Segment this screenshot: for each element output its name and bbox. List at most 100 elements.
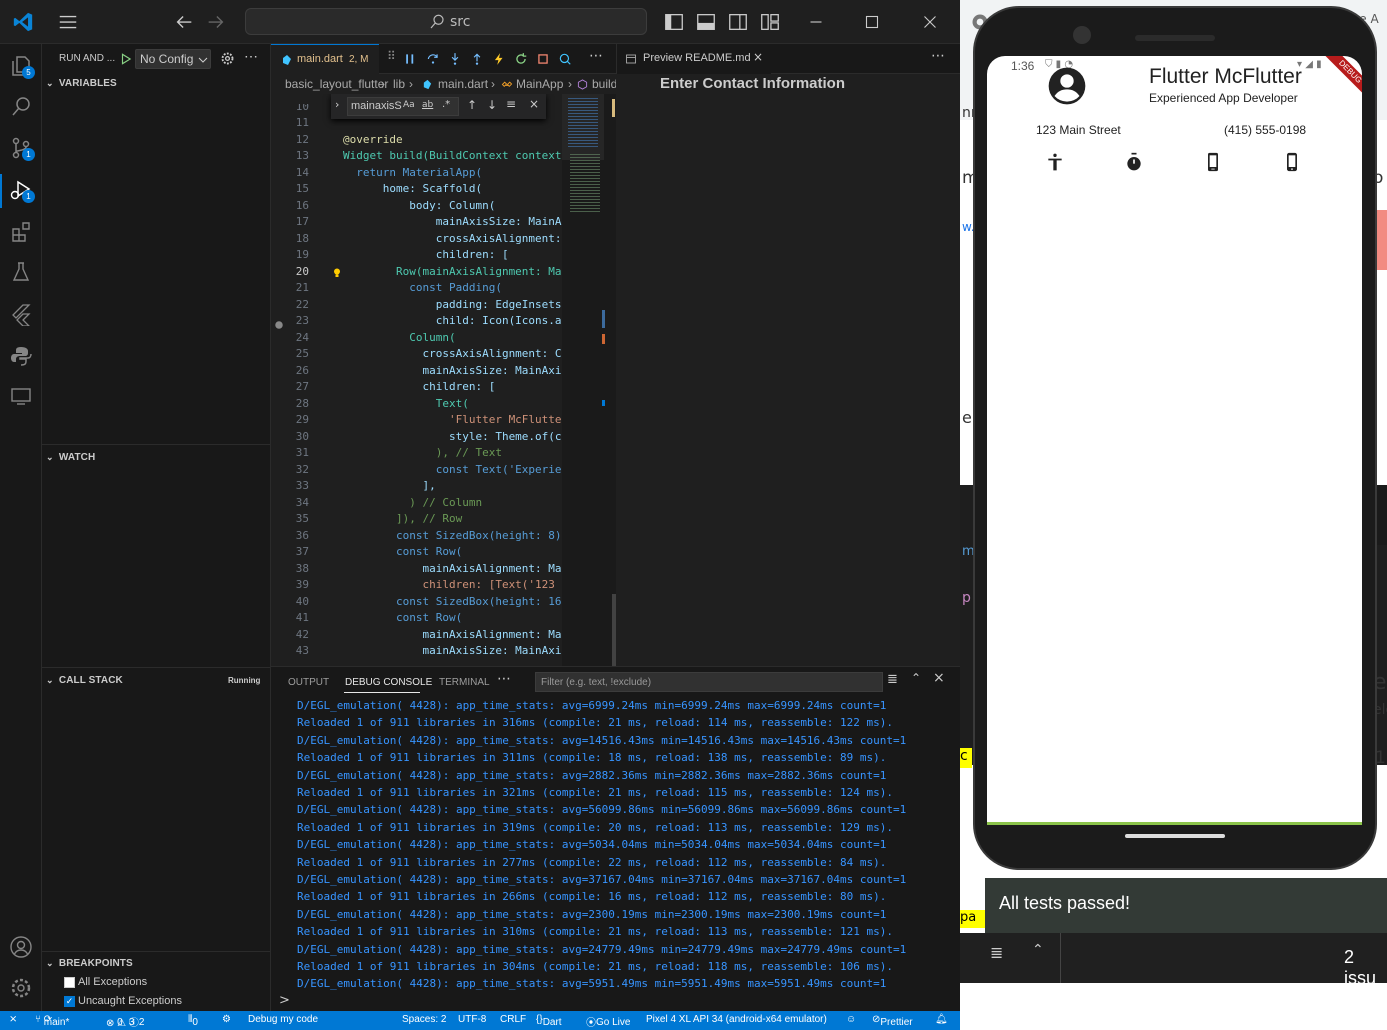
more-actions-icon[interactable]: ⋯ — [589, 48, 603, 64]
breadcrumb-item[interactable]: build — [592, 77, 616, 91]
close-panel-icon[interactable]: × — [933, 670, 945, 686]
accounts-button[interactable] — [9, 935, 33, 959]
code-line: ) // Column — [343, 495, 483, 509]
breakpoints-section-header[interactable]: ⌄ BREAKPOINTS — [46, 958, 133, 969]
breadcrumb-item[interactable]: lib — [393, 77, 405, 91]
testing-button[interactable] — [9, 260, 33, 284]
drag-handle-icon[interactable]: ⠿ — [387, 49, 396, 63]
debug-config-status[interactable]: Debug my code — [248, 1014, 318, 1025]
python-button[interactable] — [9, 344, 33, 368]
arrow-right-icon[interactable] — [205, 11, 227, 33]
close-find-icon[interactable]: × — [529, 97, 539, 111]
remote-icon[interactable]: ⨯ — [9, 1014, 17, 1025]
find-input[interactable]: mainaxisS Aa ab .* — [347, 97, 459, 116]
start-debugging-icon[interactable] — [119, 52, 133, 66]
command-center-search[interactable]: src — [245, 8, 647, 35]
menu-icon[interactable] — [57, 11, 79, 33]
toggle-primary-sidebar-icon[interactable] — [663, 11, 685, 33]
arrow-left-icon[interactable] — [173, 11, 195, 33]
maximize-panel-icon[interactable]: ⌃ — [911, 671, 921, 685]
language-status[interactable]: {} Dart — [536, 1014, 562, 1028]
go-live-status[interactable]: ⦿ Go Live — [586, 1014, 630, 1029]
tab-debug-console[interactable]: DEBUG CONSOLE — [345, 677, 432, 688]
step-over-icon[interactable] — [426, 52, 440, 66]
source-control-button[interactable]: 1 — [9, 136, 35, 161]
search-button[interactable] — [9, 94, 33, 118]
step-out-icon[interactable] — [470, 52, 484, 66]
regex-toggle[interactable]: .* — [442, 99, 450, 110]
more-actions-icon[interactable]: ⋯ — [497, 671, 511, 687]
console-prompt[interactable]: > — [279, 993, 290, 1008]
explorer-button[interactable]: 5 — [9, 54, 35, 79]
find-in-selection-icon[interactable]: ≡ — [506, 97, 516, 111]
toggle-secondary-sidebar-icon[interactable] — [727, 11, 749, 33]
notifications-icon[interactable]: 🔔︎ — [935, 1014, 948, 1025]
tab-main-dart[interactable]: main.dart 2, M — [271, 44, 379, 74]
branch-status[interactable]: ⑂ main* ⟳ — [35, 1014, 69, 1028]
breakpoint-hint-icon[interactable] — [274, 320, 284, 330]
tab-output[interactable]: OUTPUT — [288, 677, 329, 688]
info-count: 2 — [138, 1017, 145, 1028]
chevron-up-icon[interactable]: ⌃ — [1032, 942, 1044, 958]
extensions-button[interactable] — [9, 220, 33, 244]
maximize-icon[interactable] — [861, 11, 883, 33]
manage-button[interactable] — [9, 976, 33, 1000]
breakpoint-uncaught-exceptions[interactable]: ✓ Uncaught Exceptions — [64, 995, 264, 1011]
checkbox-unchecked[interactable] — [64, 977, 75, 988]
toggle-replace-icon[interactable]: › — [335, 98, 339, 111]
restart-icon[interactable] — [514, 52, 528, 66]
variables-section-header[interactable]: ⌄ VARIABLES — [46, 78, 117, 89]
prettier-status[interactable]: ⊘ Prettier — [872, 1014, 913, 1028]
activity-bar: 5 1 1 — [0, 44, 42, 1011]
gear-icon[interactable] — [220, 51, 235, 66]
breakpoint-all-exceptions[interactable]: All Exceptions — [64, 976, 264, 992]
eol-status[interactable]: CRLF — [500, 1014, 526, 1025]
tab-terminal[interactable]: TERMINAL — [439, 677, 490, 688]
run-and-debug-button[interactable]: 1 — [9, 178, 35, 203]
encoding-status[interactable]: UTF-8 — [458, 1014, 486, 1025]
previous-match-icon[interactable]: ↑ — [467, 98, 477, 112]
pause-icon[interactable] — [403, 52, 417, 66]
toggle-panel-icon[interactable] — [695, 11, 717, 33]
checkbox-checked[interactable]: ✓ — [64, 996, 75, 1007]
step-into-icon[interactable] — [448, 52, 462, 66]
code-line: mainAxisSize: MainAxi — [343, 363, 562, 377]
dart-file-icon — [283, 55, 291, 65]
tab-preview-readme[interactable]: Preview README.md × — [616, 44, 771, 74]
minimap[interactable] — [562, 94, 616, 666]
divider — [42, 444, 271, 445]
lightbulb-icon[interactable] — [331, 267, 343, 279]
close-icon[interactable] — [919, 11, 941, 33]
clear-icon[interactable]: ≣ — [990, 943, 1003, 962]
device-status[interactable]: Pixel 4 XL API 34 (android-x64 emulator) — [646, 1014, 827, 1025]
watch-section-header[interactable]: ⌄ WATCH — [46, 452, 95, 463]
more-actions-icon[interactable]: ⋯ — [931, 48, 945, 64]
breadcrumb-item[interactable]: basic_layout_flutter — [285, 77, 388, 91]
issues-count[interactable]: 2 issu — [1344, 947, 1387, 989]
ports-status[interactable]: ⦀ 0 — [188, 1014, 198, 1028]
breadcrumb-item[interactable]: main.dart — [438, 77, 488, 91]
filter-input[interactable]: Filter (e.g. text, !exclude) — [535, 672, 883, 692]
clear-console-icon[interactable]: ≣ — [887, 672, 898, 687]
next-match-icon[interactable]: ↓ — [487, 98, 497, 112]
flutter-button[interactable] — [9, 302, 33, 326]
hot-reload-icon[interactable] — [492, 52, 506, 66]
method-icon — [577, 79, 588, 90]
match-word-toggle[interactable]: ab — [422, 100, 433, 110]
debug-icon[interactable]: ⚙ — [222, 1014, 231, 1025]
problems-status[interactable]: ⊗ 0 ⚠ 3 ⓘ 2 — [106, 1014, 144, 1029]
inspect-widget-icon[interactable] — [558, 52, 572, 66]
copilot-icon[interactable]: ☺ — [846, 1014, 856, 1025]
customize-layout-icon[interactable] — [759, 11, 781, 33]
indentation-status[interactable]: Spaces: 2 — [402, 1014, 446, 1025]
remote-explorer-button[interactable] — [9, 384, 33, 408]
breadcrumb-item[interactable]: MainApp — [516, 77, 563, 91]
call-stack-section-header[interactable]: ⌄ CALL STACK — [46, 675, 123, 686]
debug-config-select[interactable]: No Config — [135, 49, 211, 69]
match-case-toggle[interactable]: Aa — [403, 100, 415, 110]
code-editor[interactable]: 9101112@override13Widget build(BuildCont… — [271, 94, 616, 666]
close-tab-icon[interactable]: × — [753, 50, 763, 64]
minimize-icon[interactable] — [805, 11, 827, 33]
more-actions-icon[interactable]: ⋯ — [244, 48, 258, 65]
stop-icon[interactable] — [536, 52, 550, 66]
